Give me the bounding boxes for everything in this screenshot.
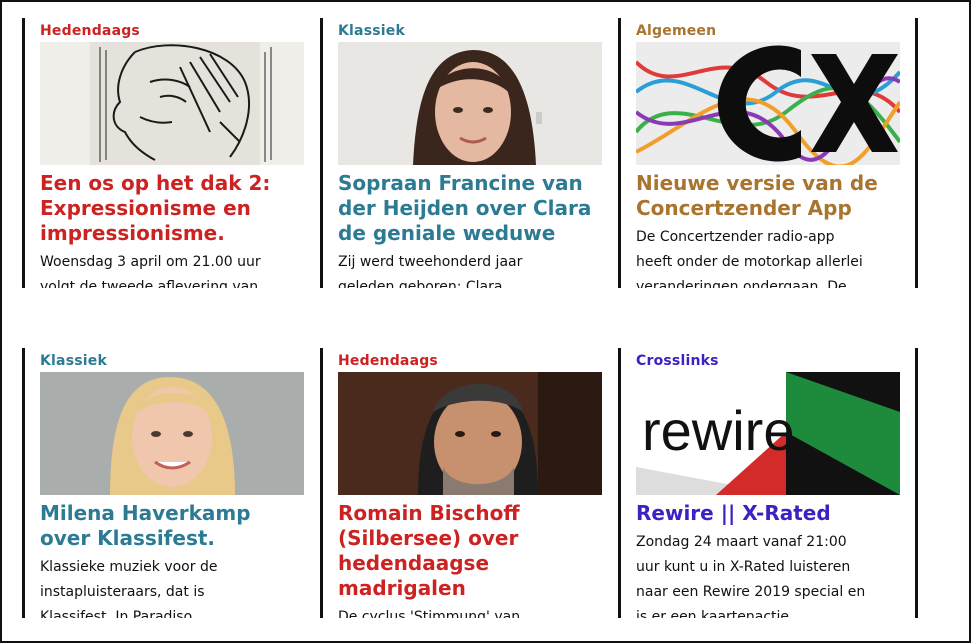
category-label[interactable]: Hedendaags: [40, 23, 306, 39]
excerpt-line: naar een Rewire 2019 special en: [636, 584, 866, 600]
excerpt-line: veranderingen ondergaan. De...: [636, 279, 860, 288]
card-divider: [618, 18, 621, 288]
excerpt-line: De Concertzender radio-app: [636, 229, 835, 245]
excerpt-line: uur kunt u in X-Rated luisteren: [636, 559, 851, 575]
card-divider: [22, 18, 25, 288]
article-title[interactable]: Een os op het dak 2: Expressionisme en i…: [40, 171, 306, 246]
article-title[interactable]: Sopraan Francine van der Heijden over Cl…: [338, 171, 604, 246]
article-title[interactable]: Rewire || X-Rated: [636, 501, 902, 526]
category-label[interactable]: Klassiek: [338, 23, 604, 39]
article-title[interactable]: Romain Bischoff (Silbersee) over hedenda…: [338, 501, 604, 601]
excerpt-line: instapluisteraars, dat is: [40, 584, 205, 600]
article-card[interactable]: Klassiek Sopraan Francine van der Heijde…: [320, 18, 620, 288]
card-divider: [22, 348, 25, 618]
category-label[interactable]: Hedendaags: [338, 353, 604, 369]
excerpt-line: Zij werd tweehonderd jaar: [338, 254, 523, 270]
category-label[interactable]: Crosslinks: [636, 353, 902, 369]
article-image[interactable]: [40, 372, 304, 495]
rewire-logo-text: rewire: [642, 399, 794, 462]
article-excerpt: De Concertzender radio-app heeft onder d…: [636, 225, 902, 288]
article-excerpt: Klassieke muziek voor de instapluisteraa…: [40, 555, 306, 618]
excerpt-line: heeft onder de motorkap allerlei: [636, 254, 863, 270]
card-divider: [915, 18, 918, 288]
article-image[interactable]: [40, 42, 304, 165]
article-excerpt: Zondag 24 maart vanaf 21:00 uur kunt u i…: [636, 530, 902, 618]
article-image[interactable]: [636, 42, 900, 165]
article-excerpt: Zij werd tweehonderd jaar geleden gebore…: [338, 250, 604, 288]
excerpt-line: Woensdag 3 april om 21.00 uur: [40, 254, 261, 270]
article-image[interactable]: [338, 42, 602, 165]
card-divider: [618, 348, 621, 618]
excerpt-line: Klassifest. In Paradiso...: [40, 609, 206, 618]
article-card[interactable]: Algemeen Nieuwe versie van de Concertzen…: [618, 18, 918, 288]
excerpt-line: is er een kaartenactie. ...: [636, 609, 812, 618]
excerpt-line: Zondag 24 maart vanaf 21:00: [636, 534, 847, 550]
card-divider: [320, 18, 323, 288]
article-title[interactable]: Milena Haverkamp over Klassifest.: [40, 501, 306, 551]
excerpt-line: volgt de tweede aflevering van...: [40, 279, 272, 288]
article-image[interactable]: [338, 372, 602, 495]
category-label[interactable]: Klassiek: [40, 353, 306, 369]
excerpt-line: De cyclus 'Stimmung' van...: [338, 609, 534, 618]
card-divider: [915, 348, 918, 618]
article-excerpt: Woensdag 3 april om 21.00 uur volgt de t…: [40, 250, 306, 288]
card-divider: [320, 348, 323, 618]
article-card[interactable]: Crosslinks rewire Rewire || X-Rated Zond…: [618, 348, 918, 618]
article-card[interactable]: Klassiek Milena Haverkamp over Klassifes…: [22, 348, 322, 618]
article-excerpt: De cyclus 'Stimmung' van...: [338, 605, 604, 618]
article-card[interactable]: Hedendaags Romain Bischoff (Silbersee) o…: [320, 348, 620, 618]
article-image[interactable]: rewire: [636, 372, 900, 495]
excerpt-line: Klassieke muziek voor de: [40, 559, 218, 575]
article-title[interactable]: Nieuwe versie van de Concertzender App: [636, 171, 902, 221]
excerpt-line: geleden geboren: Clara...: [338, 279, 516, 288]
category-label[interactable]: Algemeen: [636, 23, 902, 39]
article-card[interactable]: Hedendaags Een os op het dak 2: Expressi…: [22, 18, 322, 288]
